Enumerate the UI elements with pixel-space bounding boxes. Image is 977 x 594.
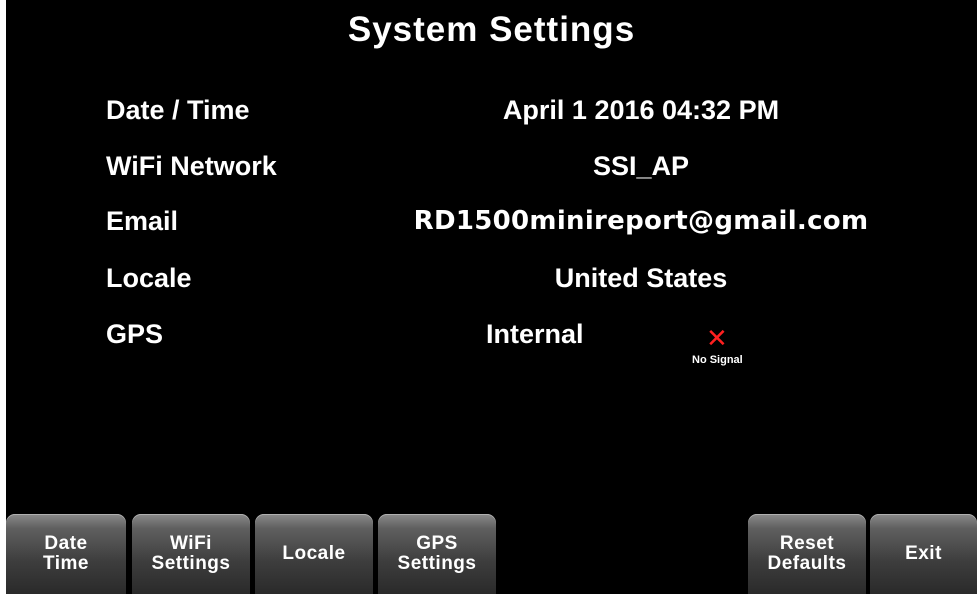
setting-value: Internal bbox=[486, 319, 584, 349]
gps-status-indicator: ✕ No Signal bbox=[692, 326, 752, 370]
button-label-line2: Defaults bbox=[767, 553, 847, 574]
setting-value: SSI_AP bbox=[592, 151, 690, 181]
settings-screen: System Settings Date / Time April 1 2016… bbox=[6, 0, 977, 594]
red-x-icon: ✕ bbox=[706, 324, 728, 354]
setting-row-locale: Locale United States bbox=[6, 263, 977, 303]
button-label-line1: Locale bbox=[282, 543, 346, 564]
setting-label: Email bbox=[106, 206, 179, 236]
setting-value: RD1500minireport@gmail.com bbox=[413, 206, 869, 236]
button-label-line2: Settings bbox=[397, 553, 477, 574]
setting-row-date-time: Date / Time April 1 2016 04:32 PM bbox=[6, 95, 977, 135]
date-time-button[interactable]: Date Time bbox=[6, 514, 126, 594]
button-label-line2: Time bbox=[42, 553, 89, 574]
wifi-settings-button[interactable]: WiFi Settings bbox=[132, 514, 250, 594]
button-label-line1: Reset bbox=[779, 533, 835, 554]
setting-label: Date / Time bbox=[106, 95, 250, 125]
exit-button[interactable]: Exit bbox=[870, 514, 977, 594]
setting-label: WiFi Network bbox=[106, 151, 277, 181]
setting-row-email: Email RD1500minireport@gmail.com bbox=[6, 206, 977, 246]
setting-value: United States bbox=[554, 263, 728, 293]
setting-label: GPS bbox=[106, 319, 164, 349]
button-label-line1: WiFi bbox=[170, 533, 212, 554]
locale-button[interactable]: Locale bbox=[255, 514, 373, 594]
button-label-line1: Exit bbox=[905, 543, 942, 564]
gps-settings-button[interactable]: GPS Settings bbox=[378, 514, 496, 594]
setting-row-gps: GPS Internal bbox=[6, 319, 977, 359]
reset-defaults-button[interactable]: Reset Defaults bbox=[748, 514, 866, 594]
page-title: System Settings bbox=[347, 10, 636, 49]
setting-label: Locale bbox=[106, 263, 192, 293]
button-label-line1: Date bbox=[44, 533, 88, 554]
gps-status-text: No Signal bbox=[692, 354, 743, 366]
button-label-line2: Settings bbox=[151, 553, 231, 574]
setting-value: April 1 2016 04:32 PM bbox=[502, 95, 780, 125]
button-label-line1: GPS bbox=[416, 533, 458, 554]
setting-row-wifi-network: WiFi Network SSI_AP bbox=[6, 151, 977, 191]
